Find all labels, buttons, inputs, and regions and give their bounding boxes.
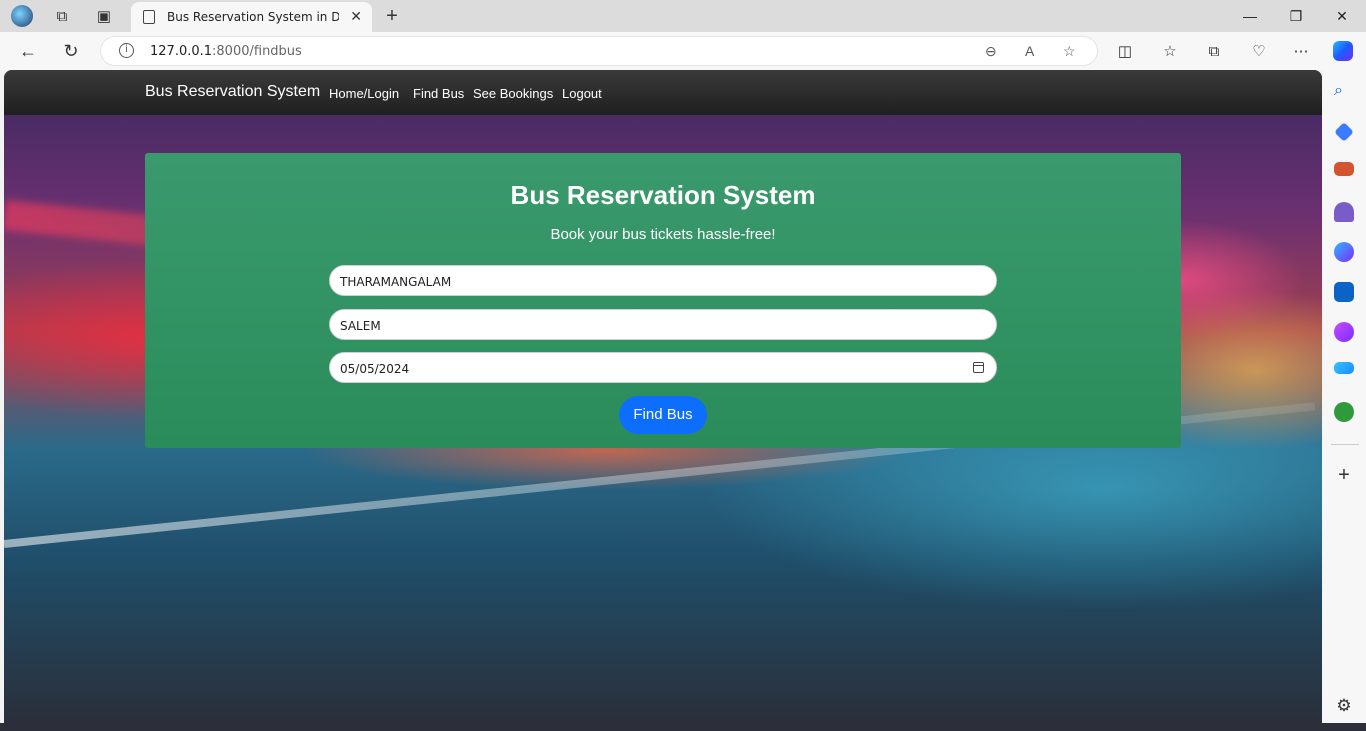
m365-icon[interactable] xyxy=(1334,242,1354,262)
refresh-icon[interactable]: ↻ xyxy=(58,39,84,63)
card-title: Bus Reservation System xyxy=(510,180,816,210)
nav-logout[interactable]: Logout xyxy=(562,86,602,101)
tools-icon[interactable] xyxy=(1334,162,1354,176)
browser-toolbar: ← ↻ i 127.0.0.1:8000/findbus ⊖ A ☆ ◫ ☆ ⧉… xyxy=(0,32,1366,70)
find-bus-button[interactable]: Find Bus xyxy=(619,396,707,434)
browser-essentials-icon[interactable]: ♡ xyxy=(1248,40,1270,62)
more-menu-icon[interactable]: ⋯ xyxy=(1290,40,1312,62)
page-icon xyxy=(143,10,155,24)
calendar-icon[interactable] xyxy=(973,362,984,373)
destination-input[interactable]: SALEM xyxy=(329,309,997,340)
close-window-icon[interactable]: ✕ xyxy=(1322,4,1362,28)
collections-icon[interactable]: ⧉ xyxy=(1203,40,1225,62)
date-value: 05/05/2024 xyxy=(340,362,410,376)
card-subtitle: Book your bus tickets hassle-free! xyxy=(550,226,776,243)
restore-icon[interactable]: ❐ xyxy=(1276,4,1316,28)
tab-actions-icon[interactable]: ▣ xyxy=(92,4,116,28)
nav-find-bus[interactable]: Find Bus xyxy=(413,86,464,101)
browser-tab-bar: ⧉ ▣ Bus Reservation System in Django ✕ +… xyxy=(0,0,1366,32)
shopping-icon[interactable] xyxy=(1334,122,1354,142)
split-screen-icon[interactable]: ◫ xyxy=(1114,40,1136,62)
edge-sidebar: ⌕ + ⚙ xyxy=(1323,70,1366,731)
page-viewport: Bus Reservation System Home/Login Find B… xyxy=(4,70,1322,723)
nav-home-login[interactable]: Home/Login xyxy=(329,86,399,101)
zoom-icon[interactable]: ⊖ xyxy=(985,43,997,60)
favorites-icon[interactable]: ☆ xyxy=(1159,40,1181,62)
send-icon[interactable] xyxy=(1334,362,1354,374)
nav-see-bookings[interactable]: See Bookings xyxy=(473,86,553,101)
address-bar[interactable]: i 127.0.0.1:8000/findbus ⊖ A ☆ xyxy=(100,36,1098,66)
outlook-icon[interactable] xyxy=(1334,282,1354,302)
search-icon[interactable]: ⌕ xyxy=(1334,82,1354,102)
profile-avatar-icon[interactable] xyxy=(10,4,34,28)
new-tab-icon[interactable]: + xyxy=(380,4,404,28)
site-info-icon[interactable]: i xyxy=(119,43,134,58)
settings-gear-icon[interactable]: ⚙ xyxy=(1334,696,1354,716)
site-navbar: Bus Reservation System Home/Login Find B… xyxy=(4,70,1322,115)
favorite-star-icon[interactable]: ☆ xyxy=(1063,43,1076,60)
sidebar-divider xyxy=(1331,444,1359,445)
site-brand[interactable]: Bus Reservation System xyxy=(145,83,320,101)
tree-icon[interactable] xyxy=(1334,402,1354,422)
copilot-icon[interactable] xyxy=(1332,40,1354,62)
games-icon[interactable] xyxy=(1334,202,1354,222)
workspaces-icon[interactable]: ⧉ xyxy=(50,4,74,28)
url-text: 127.0.0.1:8000/findbus xyxy=(150,44,302,59)
browser-tab-active[interactable]: Bus Reservation System in Django ✕ xyxy=(131,2,372,32)
read-aloud-icon[interactable]: A xyxy=(1025,43,1034,59)
designer-icon[interactable] xyxy=(1334,322,1354,342)
close-tab-icon[interactable]: ✕ xyxy=(350,8,362,25)
add-icon[interactable]: + xyxy=(1334,465,1354,486)
source-input[interactable]: THARAMANGALAM xyxy=(329,265,997,296)
tab-title: Bus Reservation System in Django xyxy=(167,10,339,24)
os-taskbar-edge xyxy=(0,723,1366,731)
date-input[interactable]: 05/05/2024 xyxy=(329,352,997,383)
minimize-icon[interactable]: — xyxy=(1230,4,1270,28)
back-icon[interactable]: ← xyxy=(15,39,41,63)
find-bus-card: Bus Reservation System Book your bus tic… xyxy=(145,153,1181,448)
